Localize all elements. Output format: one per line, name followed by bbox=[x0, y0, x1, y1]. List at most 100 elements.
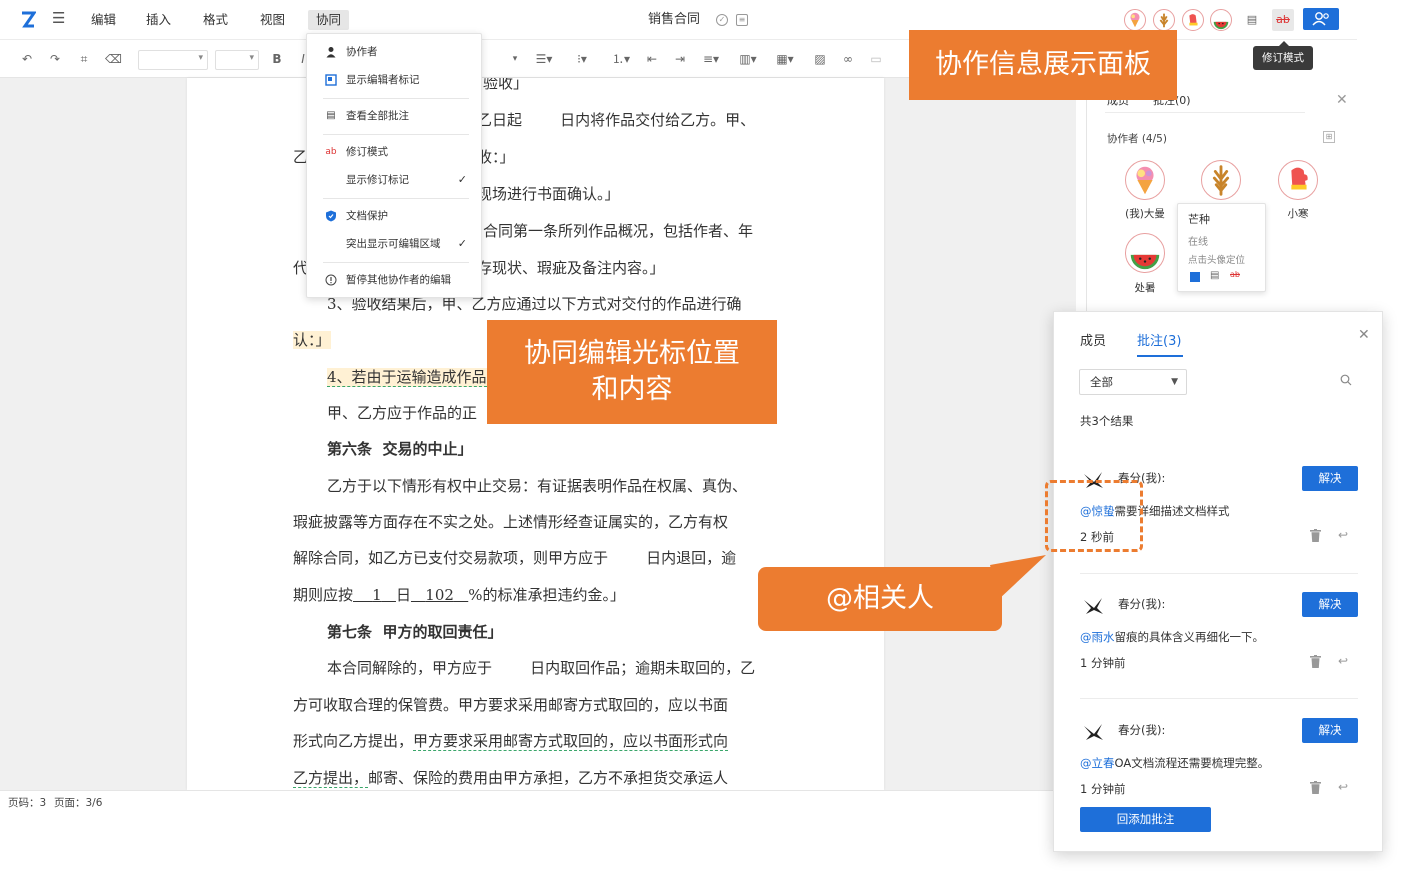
callout-cursor-position: 协同编辑光标位置 和内容 bbox=[487, 320, 777, 424]
member-name: (我)大曼 bbox=[1125, 208, 1165, 220]
reply-icon[interactable]: ↩ bbox=[1338, 780, 1348, 794]
edit-marks-icon[interactable] bbox=[1190, 272, 1200, 282]
columns-icon[interactable]: ▥▾ bbox=[736, 51, 760, 67]
value-percent: 102 bbox=[425, 586, 454, 604]
revise-mode-icon[interactable]: ab bbox=[1272, 9, 1294, 31]
menu-item-revise-mode[interactable]: ab 修订模式 bbox=[307, 139, 481, 165]
doc-line: 瑕疵披露等方面存在不实之处。上述情形经查证属实的，乙方有权 bbox=[293, 513, 729, 531]
comment-text: @雨水留痕的具体含义再细化一下。 bbox=[1080, 630, 1264, 644]
underlined-value: 102 bbox=[411, 586, 468, 604]
undo-icon[interactable]: ↶ bbox=[20, 51, 34, 67]
collaborator-avatar-watermelon[interactable] bbox=[1210, 9, 1232, 31]
doc-line: 认：」 bbox=[293, 330, 331, 350]
search-icon[interactable] bbox=[1340, 374, 1352, 386]
line-spacing-icon[interactable]: ≡▾ bbox=[699, 51, 723, 67]
value-days: 1 bbox=[372, 586, 382, 604]
menu-collaborate[interactable]: 协同 bbox=[308, 10, 350, 30]
image-icon[interactable]: ▨ bbox=[813, 51, 827, 67]
member-avatar-watermelon[interactable] bbox=[1125, 233, 1165, 273]
link-icon[interactable]: ∞ bbox=[841, 51, 855, 67]
pause-icon bbox=[325, 274, 337, 286]
comments-icon[interactable]: ▤ bbox=[1241, 9, 1263, 31]
tab-comments[interactable]: 批注(3) bbox=[1137, 330, 1181, 349]
align-icon[interactable]: ☰▾ bbox=[532, 51, 556, 67]
check-icon: ✓ bbox=[457, 173, 467, 186]
trash-icon[interactable] bbox=[1310, 655, 1321, 668]
doc-info-icon[interactable]: ≡ bbox=[736, 14, 748, 26]
comments-icon[interactable]: ▤ bbox=[1210, 270, 1219, 281]
section-heading: 第七条 甲方的取回责任」 bbox=[327, 623, 503, 641]
trash-icon[interactable] bbox=[1310, 529, 1321, 542]
comment-insert-icon[interactable]: ▭ bbox=[869, 51, 883, 67]
reply-icon[interactable]: ↩ bbox=[1338, 528, 1348, 542]
style-select[interactable] bbox=[138, 50, 208, 70]
menu-item-view-all-comments[interactable]: ▤ 查看全部批注 bbox=[307, 103, 481, 129]
menu-edit[interactable]: 编辑 bbox=[83, 10, 124, 30]
tab-members[interactable]: 成员 bbox=[1080, 330, 1106, 349]
numbered-list-icon[interactable]: ⒈▾ bbox=[608, 51, 634, 67]
resolve-button[interactable]: 解决 bbox=[1302, 466, 1358, 491]
bold-icon[interactable]: B bbox=[270, 51, 284, 67]
add-comment-button[interactable]: 回添加批注 bbox=[1080, 807, 1211, 832]
doc-line: 存现状、瑕疵及备注内容。」 bbox=[477, 259, 665, 277]
document-page[interactable]: 验收」 乙日起 日内将作品交付给乙方。甲、 乙 收：」 现场进行书面确认。」 合… bbox=[187, 78, 884, 790]
collaborators-button[interactable] bbox=[1303, 8, 1339, 30]
callout-mention: @相关人 bbox=[758, 567, 1002, 631]
menu-item-pause-others[interactable]: 暂停其他协作者的编辑 bbox=[307, 267, 481, 293]
doc-line-collab-edit: 4、若由于运输造成作品 bbox=[327, 368, 487, 387]
doc-line: 方可收取合理的保管费。甲方要求采用邮寄方式取回的，应以书面 bbox=[293, 696, 729, 714]
menu-item-highlight-editable[interactable]: 突出显示可编辑区域 ✓ bbox=[307, 231, 481, 257]
result-count: 共3个结果 bbox=[1080, 414, 1134, 428]
menu-view[interactable]: 视图 bbox=[252, 10, 293, 30]
status-page: 页面：3/6 bbox=[54, 797, 103, 809]
doc-text: 形式向乙方提出， bbox=[293, 732, 414, 750]
menu-format[interactable]: 格式 bbox=[195, 10, 236, 30]
resolve-button[interactable]: 解决 bbox=[1302, 718, 1358, 743]
doc-line: 现场进行书面确认。」 bbox=[477, 185, 620, 203]
doc-line: 解除合同，如乙方已支付交易款项，则甲方应于 日内退回，逾 bbox=[293, 549, 737, 567]
edit-marks-icon bbox=[325, 74, 337, 86]
menu-item-show-revision-marks[interactable]: 显示修订标记 ✓ bbox=[307, 167, 481, 193]
revised-text: 乙方提出， bbox=[293, 769, 369, 788]
doc-line: 乙日起 日内将作品交付给乙方。甲、 bbox=[477, 111, 756, 129]
trash-icon[interactable] bbox=[1310, 781, 1321, 794]
close-icon[interactable]: ✕ bbox=[1358, 327, 1370, 343]
menu-item-show-editor-marks[interactable]: 显示编辑者标记 bbox=[307, 67, 481, 93]
comment-filter-select[interactable]: 全部 ▼ bbox=[1079, 369, 1187, 395]
doc-line: 乙方于以下情形有权中止交易：有证据表明作品在权属、真伪、 bbox=[327, 477, 748, 495]
dropdown-arrow-icon[interactable]: ▾ bbox=[510, 51, 520, 67]
member-avatar-wheat[interactable] bbox=[1201, 160, 1241, 200]
collaborator-avatar-mitten[interactable] bbox=[1182, 9, 1204, 31]
mention-link[interactable]: @雨水 bbox=[1080, 630, 1115, 644]
comment-text: @立春OA文档流程还需要梳理完整。 bbox=[1080, 756, 1270, 770]
table-icon[interactable]: ▦▾ bbox=[773, 51, 797, 67]
collaborator-avatar-wheat[interactable] bbox=[1153, 9, 1175, 31]
menu-insert[interactable]: 插入 bbox=[138, 10, 179, 30]
doc-line: 甲、乙方应于作品的正 bbox=[327, 404, 478, 422]
clear-format-icon[interactable]: ⌫ bbox=[105, 51, 122, 67]
expand-icon[interactable]: ⊞ bbox=[1323, 131, 1335, 143]
outdent-icon[interactable]: ⇤ bbox=[645, 51, 659, 67]
bullet-list-icon[interactable]: ⁝▾ bbox=[570, 51, 594, 67]
app-logo-icon[interactable] bbox=[20, 11, 37, 29]
reply-icon[interactable]: ↩ bbox=[1338, 654, 1348, 668]
close-icon[interactable]: ✕ bbox=[1336, 92, 1348, 108]
member-avatar-icecream[interactable] bbox=[1125, 160, 1165, 200]
collaborator-avatar-icecream[interactable] bbox=[1124, 9, 1146, 31]
check-icon: ✓ bbox=[457, 237, 467, 250]
revise-icon[interactable]: ab bbox=[1230, 270, 1240, 279]
indent-icon[interactable]: ⇥ bbox=[673, 51, 687, 67]
document-title[interactable]: 销售合同 bbox=[648, 10, 700, 30]
menu-item-doc-protect[interactable]: 文档保护 bbox=[307, 203, 481, 229]
resolve-button[interactable]: 解决 bbox=[1302, 592, 1358, 617]
menu-item-collaborators[interactable]: 协作者 bbox=[307, 39, 481, 65]
swallow-avatar-icon bbox=[1082, 596, 1104, 616]
redo-icon[interactable]: ↷ bbox=[48, 51, 62, 67]
comment-divider bbox=[1080, 573, 1358, 574]
mention-link[interactable]: @立春 bbox=[1080, 756, 1115, 770]
member-avatar-mitten[interactable] bbox=[1278, 160, 1318, 200]
hamburger-menu-icon[interactable]: ☰ bbox=[52, 11, 66, 26]
font-size-select[interactable] bbox=[215, 50, 259, 70]
active-tab-indicator bbox=[1137, 355, 1183, 357]
format-painter-icon[interactable]: ⌗ bbox=[77, 51, 91, 67]
